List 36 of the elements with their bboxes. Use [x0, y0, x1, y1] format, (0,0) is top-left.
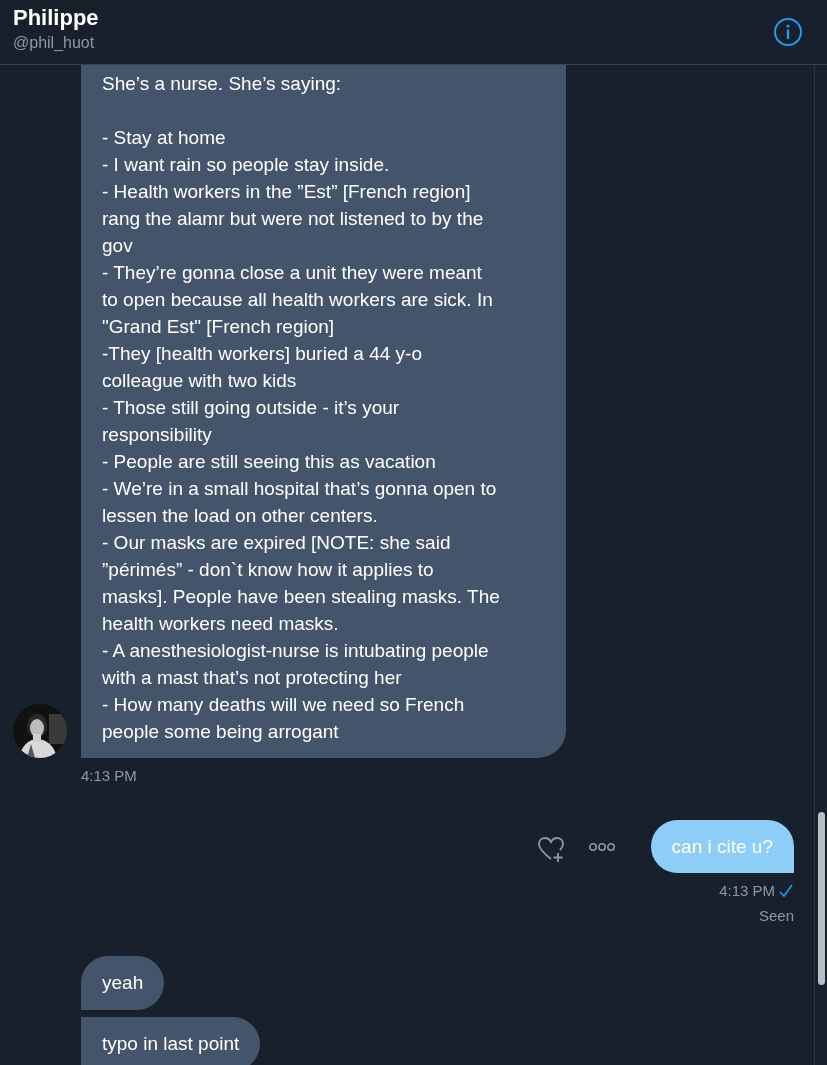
message-text: people some being arrogant — [102, 720, 340, 744]
seen-status: Seen — [758, 907, 794, 924]
message-text: - How many deaths will we need so French — [102, 693, 466, 717]
more-icon[interactable] — [587, 841, 616, 852]
message-text: health workers need masks. — [102, 612, 340, 636]
message-text: - A anesthesiologist-nurse is intubating people — [102, 639, 490, 663]
message-text: responsibility — [102, 423, 213, 447]
message-text: - People are still seeing this as vacation — [102, 450, 437, 474]
message-text: masks]. People have been stealing masks. The — [102, 585, 501, 609]
message-text: - Our masks are expired [NOTE: she said — [102, 531, 452, 555]
message-text: - We’re in a small hospital that’s gonna open to — [102, 477, 498, 501]
message-text: colleague with two kids — [102, 369, 298, 393]
check-icon — [778, 882, 794, 899]
message-text: "Grand Est" [French region] — [102, 315, 336, 339]
message-text: with a mast that’s not protecting her — [102, 666, 403, 690]
info-icon[interactable] — [773, 17, 803, 47]
message-text: - Stay at home — [102, 126, 227, 150]
scrollbar-thumb[interactable] — [818, 812, 825, 985]
contact-handle: @phil_huot — [13, 33, 96, 53]
message-text: - They’re gonna close a unit they were meant — [102, 261, 483, 285]
message-text: She’s a nurse. She’s saying: — [102, 72, 343, 96]
message-time: 4:13 PM — [719, 882, 775, 899]
sent-message: can i cite u? — [650, 820, 794, 873]
message-time: 4:13 PM — [81, 767, 138, 784]
message-text: - I want rain so people stay inside. — [102, 153, 391, 177]
message-text: to open because all health workers are sick. In — [102, 288, 494, 312]
message-text: -They [health workers] buried a 44 y-o — [102, 342, 423, 366]
contact-name: Philippe — [13, 4, 99, 32]
message-text: - Those still going outside - it’s your — [102, 396, 401, 420]
message-text: lessen the load on other centers. — [102, 504, 379, 528]
message-text: rang the alamr but were not listened to by the — [102, 207, 485, 231]
message-bubble: typo in last point — [81, 1017, 261, 1065]
message-text: gov — [102, 234, 134, 258]
message-text: ”périmés” - don`t know how it applies to — [102, 558, 435, 582]
message-text: - Health workers in the ”Est” [French region] — [102, 180, 472, 204]
message-bubble: yeah — [81, 956, 165, 1010]
